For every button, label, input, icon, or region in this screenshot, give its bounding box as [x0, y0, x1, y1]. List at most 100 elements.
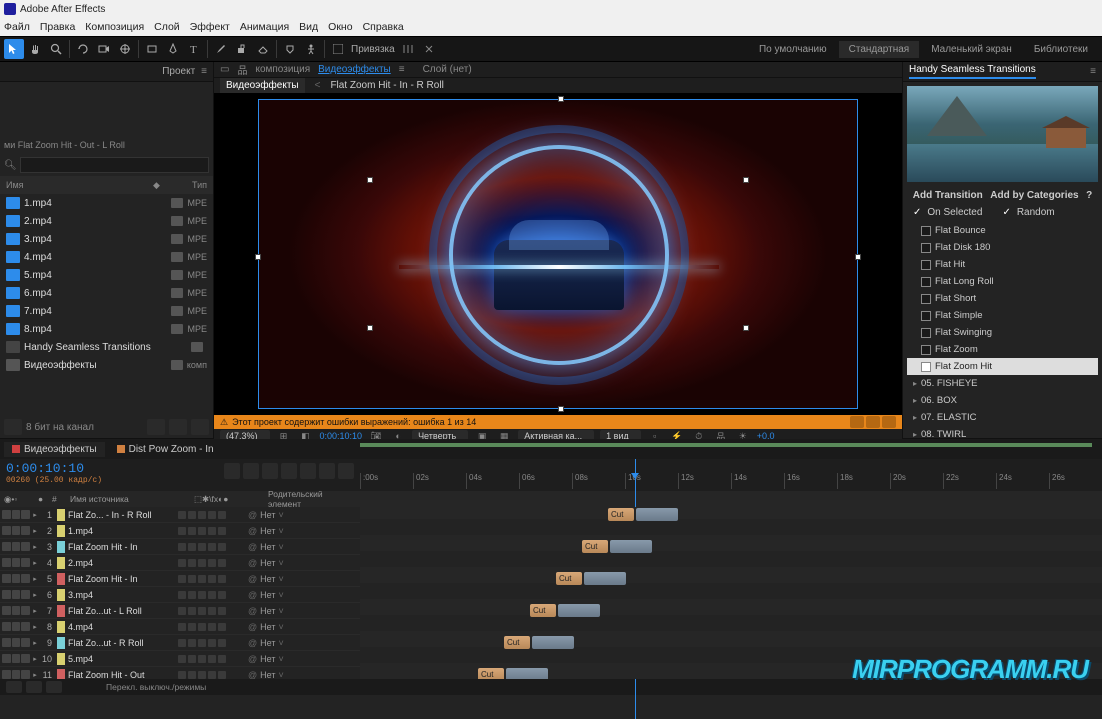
expand-arrow[interactable]: ▸	[30, 655, 40, 663]
nav-home-icon[interactable]: ▭	[220, 64, 229, 75]
project-item[interactable]: Handy Seamless Transitions	[0, 338, 213, 356]
audio-icon[interactable]	[12, 526, 21, 535]
adjustment-clip[interactable]: Cut	[478, 668, 504, 679]
parent-dropdown[interactable]: Нет	[260, 670, 275, 680]
menu-file[interactable]: Файл	[4, 21, 30, 33]
menu-animation[interactable]: Анимация	[240, 21, 289, 33]
parent-dropdown[interactable]: Нет	[260, 590, 275, 600]
menu-edit[interactable]: Правка	[40, 21, 75, 33]
adjustment-clip[interactable]: Cut	[608, 508, 634, 521]
audio-icon[interactable]	[12, 510, 21, 519]
tl-aa-icon[interactable]	[338, 463, 354, 479]
parent-dropdown[interactable]: Нет	[260, 558, 275, 568]
eraser-tool[interactable]	[253, 39, 273, 59]
video-clip[interactable]	[610, 540, 652, 553]
eye-icon[interactable]	[2, 654, 11, 663]
layer-name[interactable]: Flat Zo... - In - R Roll	[68, 510, 178, 520]
layer-name[interactable]: Flat Zo...ut - R Roll	[68, 638, 178, 648]
plugin-help-button[interactable]: ?	[1086, 190, 1092, 201]
layer-row[interactable]: ▸21.mp4@Нет˅	[0, 523, 360, 539]
label-swatch[interactable]	[171, 324, 183, 334]
project-item[interactable]: 1.mp4MPE	[0, 194, 213, 212]
tracks-area[interactable]: CutCutCutCutCutCutCutCutCut	[360, 507, 1102, 679]
tl-shy-icon[interactable]	[243, 463, 259, 479]
expand-arrow[interactable]: ▸	[30, 671, 40, 679]
solo-icon[interactable]	[21, 638, 30, 647]
timeline-tab-active[interactable]: Видеоэффекты	[4, 442, 105, 457]
project-item[interactable]: 4.mp4MPE	[0, 248, 213, 266]
comp-active-name[interactable]: Видеоэффекты	[318, 64, 391, 75]
new-comp-button[interactable]	[169, 419, 187, 435]
eye-icon[interactable]	[2, 542, 11, 551]
label-swatch[interactable]	[171, 234, 183, 244]
category-item[interactable]: 07. ELASTIC	[907, 409, 1098, 426]
toggle-switches-button[interactable]	[6, 681, 22, 693]
pickwhip-icon[interactable]: @	[248, 654, 257, 664]
parent-dropdown[interactable]: Нет	[260, 638, 275, 648]
expand-arrow[interactable]: ▸	[30, 543, 40, 551]
label-color[interactable]	[57, 557, 65, 569]
category-item[interactable]: 08. TWIRL	[907, 426, 1098, 438]
parent-dropdown[interactable]: Нет	[260, 574, 275, 584]
project-list[interactable]: 1.mp4MPE2.mp4MPE3.mp4MPE4.mp4MPE5.mp4MPE…	[0, 194, 213, 416]
adjustment-clip[interactable]: Cut	[530, 604, 556, 617]
solo-icon[interactable]	[21, 670, 30, 679]
clone-tool[interactable]	[232, 39, 252, 59]
random-checkbox[interactable]: Random	[992, 205, 1064, 220]
toggle-modes-button[interactable]	[26, 681, 42, 693]
parent-dropdown[interactable]: Нет	[260, 654, 275, 664]
label-color[interactable]	[57, 669, 65, 680]
solo-icon[interactable]	[21, 558, 30, 567]
label-swatch[interactable]	[171, 270, 183, 280]
layer-row[interactable]: ▸42.mp4@Нет˅	[0, 555, 360, 571]
transition-item[interactable]: Flat Short	[907, 290, 1098, 307]
project-search-input[interactable]	[20, 157, 209, 173]
audio-icon[interactable]	[12, 638, 21, 647]
pickwhip-icon[interactable]: @	[248, 590, 257, 600]
tl-fx-icon[interactable]	[262, 463, 278, 479]
layer-name[interactable]: Flat Zoom Hit - Out	[68, 670, 178, 680]
tl-graph-icon[interactable]	[319, 463, 335, 479]
transition-item[interactable]: Flat Simple	[907, 307, 1098, 324]
expression-error-banner[interactable]: ⚠ Этот проект содержит ошибки выражений:…	[214, 415, 902, 429]
tl-motionblur-icon[interactable]	[300, 463, 316, 479]
col-type-header[interactable]: Тип	[167, 180, 207, 190]
transitions-tree[interactable]: Flat BounceFlat Disk 180Flat HitFlat Lon…	[903, 220, 1102, 438]
parent-dropdown[interactable]: Нет	[260, 542, 275, 552]
hand-tool[interactable]	[25, 39, 45, 59]
video-clip[interactable]	[532, 636, 574, 649]
label-color[interactable]	[57, 573, 65, 585]
pickwhip-icon[interactable]: @	[248, 574, 257, 584]
audio-icon[interactable]	[12, 606, 21, 615]
layer-tab[interactable]: Слой (нет)	[423, 64, 472, 75]
pickwhip-icon[interactable]: @	[248, 526, 257, 536]
label-color[interactable]	[57, 509, 65, 521]
plugin-title[interactable]: Handy Seamless Transitions	[909, 64, 1036, 79]
expand-arrow[interactable]: ▸	[30, 559, 40, 567]
work-area-bar[interactable]	[360, 443, 1092, 447]
timeline-tab-2[interactable]: Dist Pow Zoom - In	[109, 442, 222, 457]
workspace-standard[interactable]: Стандартная	[839, 41, 920, 58]
label-swatch[interactable]	[171, 216, 183, 226]
transition-item[interactable]: Flat Zoom	[907, 341, 1098, 358]
layer-name[interactable]: 3.mp4	[68, 590, 178, 600]
snap-opts2-icon[interactable]	[419, 39, 439, 59]
nav-flow-icon[interactable]: 品	[237, 62, 247, 77]
layer-row[interactable]: ▸63.mp4@Нет˅	[0, 587, 360, 603]
layer-row[interactable]: ▸7Flat Zo...ut - L Roll@Нет˅	[0, 603, 360, 619]
add-by-categories-button[interactable]: Add by Categories	[990, 190, 1078, 201]
eye-icon[interactable]	[2, 526, 11, 535]
zoom-tool[interactable]	[46, 39, 66, 59]
layer-name[interactable]: Flat Zoom Hit - In	[68, 574, 178, 584]
expand-arrow[interactable]: ▸	[30, 623, 40, 631]
label-swatch[interactable]	[171, 360, 183, 370]
video-clip[interactable]	[506, 668, 548, 679]
eye-icon[interactable]	[2, 606, 11, 615]
solo-icon[interactable]	[21, 510, 30, 519]
error-nav-prev[interactable]	[850, 416, 864, 428]
toggle-inout-button[interactable]	[46, 681, 62, 693]
transition-item[interactable]: Flat Bounce	[907, 222, 1098, 239]
category-item[interactable]: 06. BOX	[907, 392, 1098, 409]
pickwhip-icon[interactable]: @	[248, 510, 257, 520]
solo-icon[interactable]	[21, 526, 30, 535]
